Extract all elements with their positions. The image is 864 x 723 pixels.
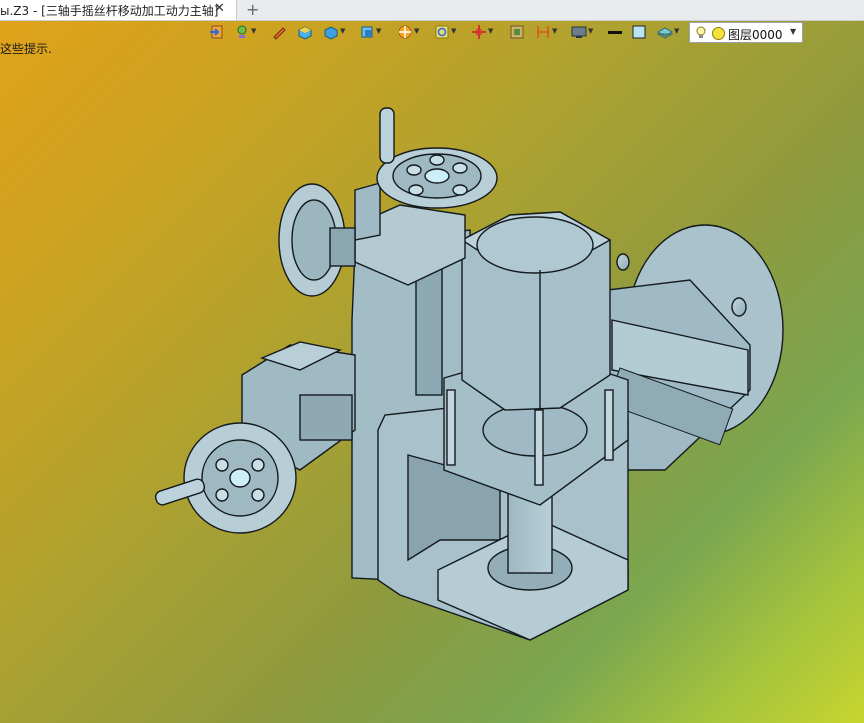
chevron-down-icon: ▼	[376, 27, 382, 35]
light-bulb-icon	[696, 26, 706, 38]
dimension-icon[interactable]: ▼	[533, 22, 561, 44]
move-axis-icon[interactable]: ▼	[469, 22, 497, 44]
chevron-down-icon: ▼	[790, 27, 797, 36]
layer-color-icon	[712, 27, 725, 40]
pencil-icon[interactable]	[269, 22, 297, 44]
document-tab[interactable]: ы.Z3 - [三轴手摇丝杆移动加工动力主轴] ✕	[0, 0, 237, 20]
chevron-down-icon: ▼	[251, 27, 257, 35]
sun-filter-icon[interactable]: ▼	[395, 22, 423, 44]
chevron-down-icon: ▼	[340, 27, 346, 35]
layer-name: 图层0000	[728, 28, 783, 42]
hint-text: 这些提示.	[0, 42, 52, 56]
new-tab-button[interactable]: +	[246, 0, 259, 19]
layer-dropdown[interactable]: 图层0000 ▼	[689, 22, 803, 43]
solid-box-icon[interactable]	[295, 22, 323, 44]
frame-icon[interactable]	[507, 22, 535, 44]
chevron-down-icon: ▼	[588, 27, 594, 35]
3d-viewport[interactable]: ы.Z3 - [三轴手摇丝杆移动加工动力主轴] ✕ + 这些提示. ▼ ▼ ▼	[0, 0, 864, 723]
cad-model[interactable]	[0, 0, 864, 723]
document-tab-title: ы.Z3 - [三轴手摇丝杆移动加工动力主轴]	[0, 4, 219, 18]
chevron-down-icon: ▼	[674, 27, 680, 35]
chevron-down-icon: ▼	[488, 27, 494, 35]
chevron-down-icon: ▼	[552, 27, 558, 35]
import-icon[interactable]	[207, 22, 235, 44]
close-icon[interactable]: ✕	[214, 1, 225, 16]
zoom-icon[interactable]: ▼	[432, 22, 460, 44]
layer-stack-icon[interactable]: ▼	[655, 22, 683, 44]
shaded-cube-icon[interactable]: ▼	[321, 22, 349, 44]
chevron-down-icon: ▼	[451, 27, 457, 35]
display-icon[interactable]: ▼	[569, 22, 597, 44]
document-tab-bar: ы.Z3 - [三轴手摇丝杆移动加工动力主轴] ✕ +	[0, 0, 864, 21]
light-bulb-icon[interactable]: ▼	[232, 22, 260, 44]
view-cube-icon[interactable]: ▼	[357, 22, 385, 44]
chevron-down-icon: ▼	[414, 27, 420, 35]
face-color-icon[interactable]	[629, 22, 657, 44]
top-handle	[379, 107, 395, 164]
